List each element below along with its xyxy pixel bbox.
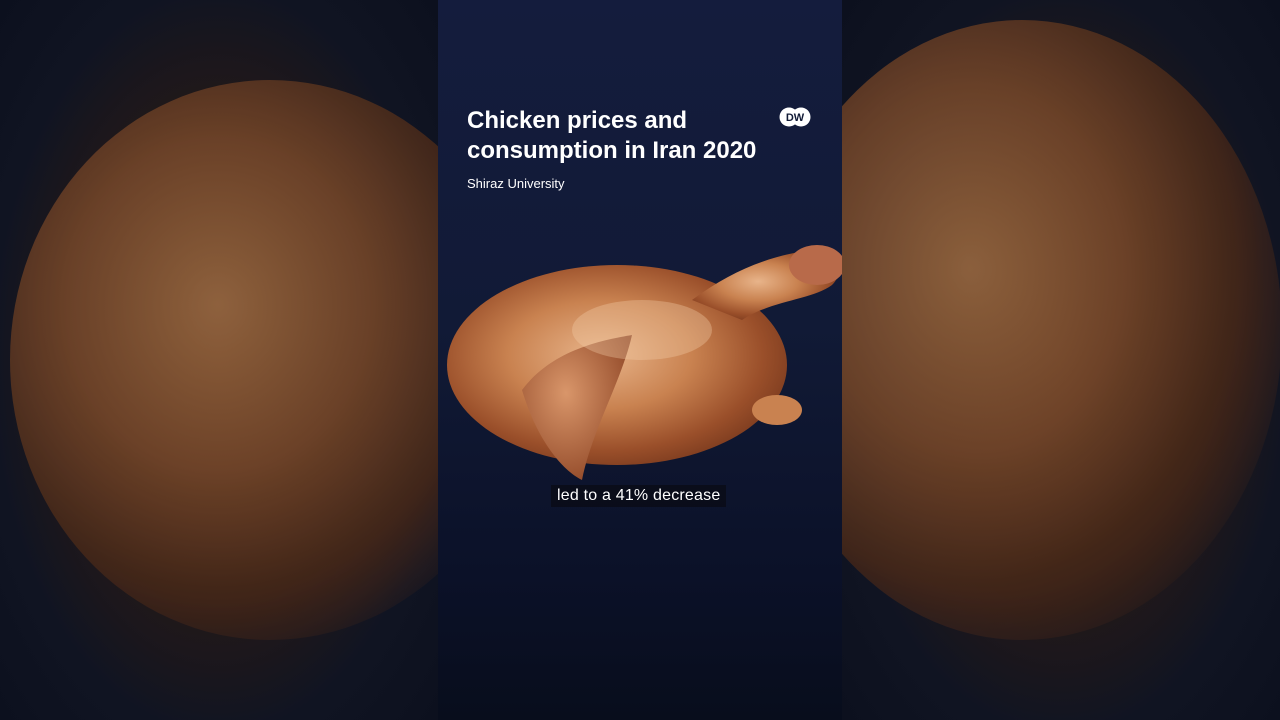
roast-chicken-image xyxy=(447,245,842,480)
svg-text:DW: DW xyxy=(786,112,805,124)
blurred-background-left xyxy=(0,0,438,720)
source-label: Shiraz University xyxy=(467,176,565,191)
video-title: Chicken prices and consumption in Iran 2… xyxy=(467,107,757,164)
blurred-background-right xyxy=(842,0,1280,720)
dw-logo-icon: DW xyxy=(779,107,811,127)
video-panel[interactable]: Chicken prices and consumption in Iran 2… xyxy=(438,0,842,720)
subtitle-caption: led to a 41% decrease xyxy=(551,485,727,507)
